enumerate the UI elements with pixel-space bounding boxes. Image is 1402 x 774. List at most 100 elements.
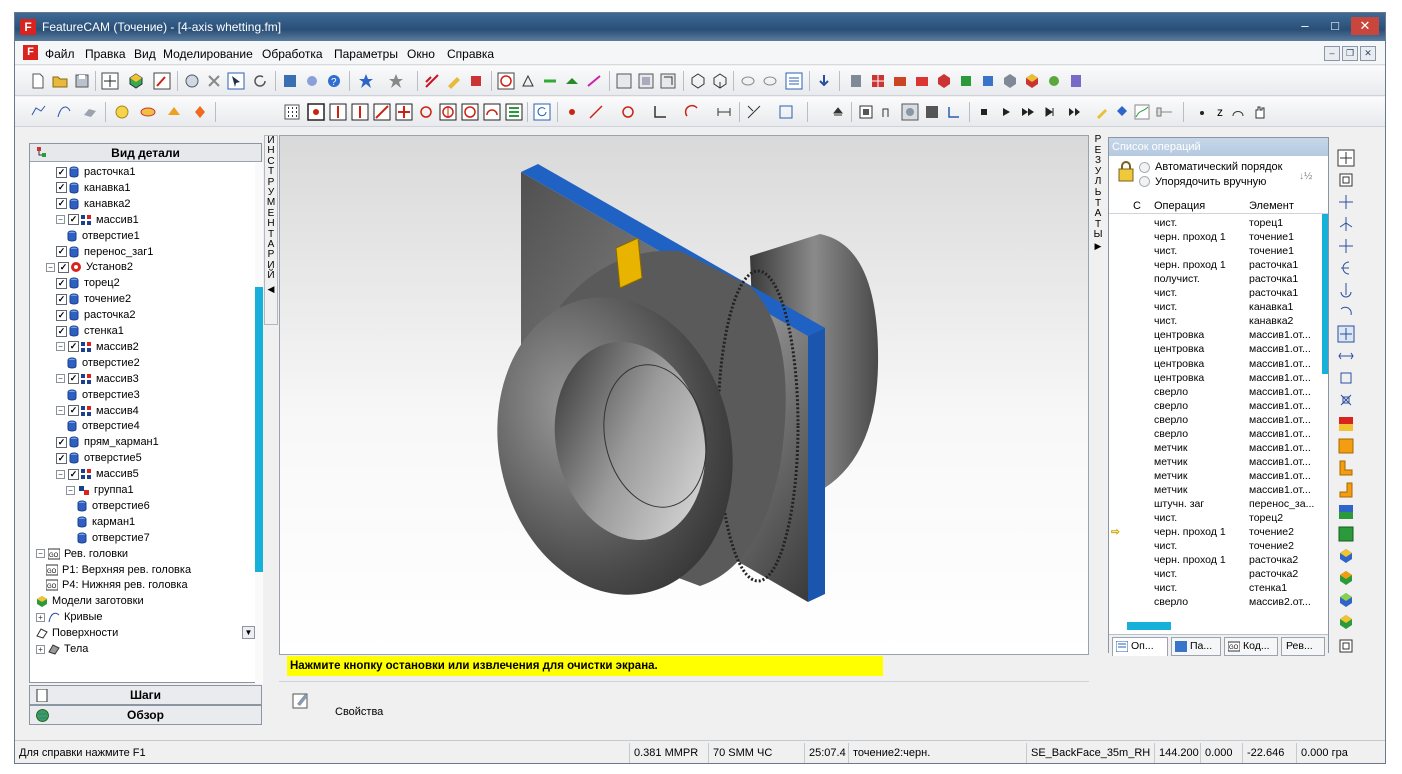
eject-icon[interactable] <box>829 103 847 121</box>
select-icon[interactable] <box>153 72 171 90</box>
line-icon[interactable] <box>587 103 605 121</box>
tab-parts[interactable]: Па... <box>1171 637 1221 656</box>
delete-icon[interactable] <box>205 72 223 90</box>
visibility-checkbox[interactable]: ✓ <box>56 436 67 448</box>
snap-vertical-icon[interactable] <box>329 103 347 121</box>
tree-node[interactable]: отверстие6 <box>76 498 150 514</box>
tree-node[interactable]: отверстие3 <box>66 387 140 403</box>
auto-order-radio[interactable] <box>1139 162 1150 173</box>
tab-code[interactable]: GO Код... <box>1224 637 1278 656</box>
tree-node[interactable]: ✓ торец2 <box>56 275 120 291</box>
minimize-button[interactable]: – <box>1291 17 1319 35</box>
column-operation[interactable]: Операция <box>1154 200 1205 212</box>
step-forward-icon[interactable] <box>1041 103 1059 121</box>
tree-node[interactable]: + Кривые <box>36 609 103 625</box>
slider-icon[interactable] <box>1155 103 1173 121</box>
refresh-view-icon[interactable] <box>533 103 551 121</box>
visibility-checkbox[interactable]: ✓ <box>56 277 67 289</box>
view-side-icon[interactable] <box>659 72 677 90</box>
point-icon[interactable] <box>563 103 581 121</box>
operation-row[interactable]: черн. проход 1 точение1 <box>1109 230 1321 244</box>
tree-node[interactable]: Поверхности <box>36 625 118 641</box>
mill-icon[interactable] <box>891 72 909 90</box>
cube-icon[interactable] <box>935 72 953 90</box>
visibility-checkbox[interactable]: ✓ <box>56 325 67 337</box>
rotate-view-icon[interactable] <box>1229 103 1247 121</box>
drill-sim-icon[interactable] <box>519 72 537 90</box>
cube-orange-icon[interactable] <box>1337 569 1355 587</box>
mdi-restore-button[interactable]: ❐ <box>1342 46 1358 61</box>
snap-circle-icon[interactable] <box>417 103 435 121</box>
snap-cross-icon[interactable] <box>395 103 413 121</box>
extrude-icon[interactable] <box>191 103 209 121</box>
new-file-icon[interactable] <box>29 72 47 90</box>
green-square-icon[interactable] <box>1337 525 1355 543</box>
torus-icon[interactable] <box>139 103 157 121</box>
visibility-checkbox[interactable]: ✓ <box>56 309 67 321</box>
operation-row[interactable]: метчик массив1.от... <box>1109 441 1321 455</box>
snap-arc-icon[interactable] <box>483 103 501 121</box>
color-cube-icon[interactable] <box>1023 72 1041 90</box>
move-icon[interactable] <box>1337 193 1355 211</box>
operation-row[interactable]: чист. точение2 <box>1109 539 1321 553</box>
cross-icon[interactable] <box>1337 149 1355 167</box>
visibility-checkbox[interactable]: ✓ <box>56 452 67 464</box>
l-shape-icon[interactable] <box>1337 459 1355 477</box>
tree-node[interactable]: ✓ отверстие5 <box>56 450 142 466</box>
tool-edit-icon[interactable] <box>445 72 463 90</box>
tree-scroll-thumb[interactable] <box>255 287 263 572</box>
explode-icon[interactable] <box>1337 391 1355 409</box>
rect-icon[interactable] <box>777 103 795 121</box>
expand-toggle[interactable]: − <box>56 342 65 352</box>
tree-node[interactable]: карман1 <box>76 514 135 530</box>
expand-toggle[interactable]: − <box>56 406 65 416</box>
fast-forward-icon[interactable] <box>1019 103 1037 121</box>
anchor-icon[interactable] <box>1337 281 1355 299</box>
measure-icon[interactable] <box>585 72 603 90</box>
menu-file[interactable]: Файл <box>45 47 75 61</box>
hide-icon[interactable] <box>739 72 757 90</box>
tree-node[interactable]: − ✓ массив1 <box>56 212 139 228</box>
expand-toggle[interactable]: − <box>56 469 65 479</box>
trim-icon[interactable] <box>745 103 763 121</box>
operation-row[interactable]: штучн. заг перенос_за... <box>1109 497 1321 511</box>
maximize-button[interactable]: □ <box>1321 17 1349 35</box>
tree-node[interactable]: − группа1 <box>66 482 134 498</box>
operation-row[interactable]: центровка массив1.от... <box>1109 328 1321 342</box>
simulate-icon[interactable] <box>183 72 201 90</box>
operation-row[interactable]: метчик массив1.от... <box>1109 469 1321 483</box>
snap-center-icon[interactable] <box>439 103 457 121</box>
tab-operations[interactable]: Оп... <box>1112 637 1168 656</box>
menu-help[interactable]: Справка <box>447 47 494 61</box>
tree-node[interactable]: ✓ канавка1 <box>56 180 131 196</box>
tree-node[interactable]: − ✓ массив3 <box>56 371 139 387</box>
iso-view-icon[interactable] <box>689 72 707 90</box>
wizard-tool-icon[interactable] <box>1045 72 1063 90</box>
pointer-icon[interactable] <box>227 72 245 90</box>
dimension-icon[interactable] <box>715 103 733 121</box>
wizard-icon[interactable] <box>281 72 299 90</box>
visibility-checkbox[interactable]: ✓ <box>56 246 67 258</box>
cube-yellow-icon[interactable] <box>1337 547 1355 565</box>
view-top-icon[interactable] <box>615 72 633 90</box>
corner-icon[interactable] <box>651 103 669 121</box>
menu-edit[interactable]: Правка <box>85 47 126 61</box>
feature-icon[interactable] <box>303 72 321 90</box>
operation-row[interactable]: метчик массив1.от... <box>1109 483 1321 497</box>
operation-row[interactable]: чист. канавка2 <box>1109 314 1321 328</box>
toolkit-side-tab[interactable]: ИНСТРУМЕНТАРИЙ ◀ <box>264 135 278 325</box>
operation-row[interactable]: сверло массив2.от... <box>1109 595 1321 609</box>
visibility-checkbox[interactable]: ✓ <box>58 261 69 273</box>
rotate-axis-icon[interactable] <box>1337 215 1355 233</box>
close-button[interactable]: ✕ <box>1351 17 1379 35</box>
scale-icon[interactable] <box>1337 369 1355 387</box>
operation-row[interactable]: центровка массив1.от... <box>1109 371 1321 385</box>
operation-row[interactable]: получист. расточка1 <box>1109 272 1321 286</box>
operation-row[interactable]: чист. торец2 <box>1109 511 1321 525</box>
expand-toggle[interactable]: + <box>36 644 45 654</box>
hand-pan-icon[interactable] <box>1251 103 1269 121</box>
operations-scroll-thumb[interactable] <box>1322 214 1328 374</box>
column-element[interactable]: Элемент <box>1249 200 1294 212</box>
graph-icon[interactable] <box>1133 103 1151 121</box>
cross-selected-icon[interactable] <box>1337 325 1355 343</box>
